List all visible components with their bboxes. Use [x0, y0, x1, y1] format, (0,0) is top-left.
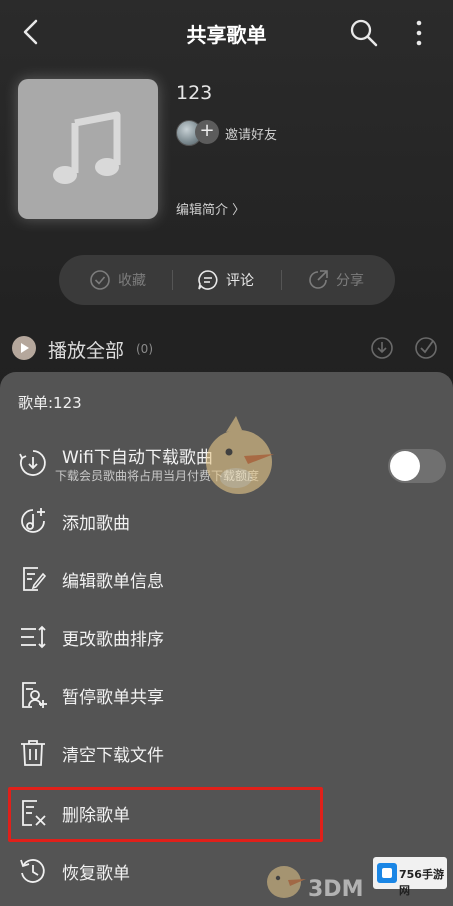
menu-change-song-order[interactable]: 更改歌曲排序	[0, 608, 453, 664]
add-music-icon	[21, 508, 45, 533]
menu-edit-playlist-info[interactable]: 编辑歌单信息	[0, 550, 453, 606]
collect-button[interactable]: 收藏	[89, 255, 146, 305]
menu-add-songs[interactable]: 添加歌曲	[0, 492, 453, 548]
trash-icon	[21, 740, 45, 766]
playlist-name: 123	[176, 82, 213, 104]
3dm-text: 3DM	[308, 877, 363, 902]
download-icon[interactable]	[369, 335, 395, 361]
action-bar: 收藏 评论 分享	[59, 255, 395, 305]
share-label: 分享	[336, 273, 364, 289]
sort-icon	[21, 625, 46, 649]
divider	[172, 270, 173, 290]
756-logo-icon	[377, 863, 397, 883]
top-bar: 共享歌单	[0, 0, 453, 66]
divider	[281, 270, 282, 290]
menu-label: 清空下载文件	[62, 746, 164, 766]
comment-label: 评论	[226, 273, 254, 289]
756-watermark: 756手游网	[373, 857, 447, 897]
menu-label: 暂停歌单共享	[62, 688, 164, 708]
toggle-knob	[390, 451, 420, 481]
invite-add-icon[interactable]: +	[195, 120, 219, 144]
multi-select-icon[interactable]	[413, 335, 439, 361]
menu-label: 恢复歌单	[62, 864, 130, 884]
play-icon[interactable]	[12, 336, 36, 360]
comment-icon	[198, 270, 218, 290]
menu-pause-sharing[interactable]: 暂停歌单共享	[0, 666, 453, 722]
auto-download-icon	[19, 450, 46, 476]
sheet-title: 歌单:123	[18, 394, 82, 412]
comment-button[interactable]: 评论	[197, 255, 254, 305]
pause-share-icon	[22, 682, 47, 708]
menu-label: 更改歌曲排序	[62, 630, 164, 650]
mascot-watermark	[206, 416, 274, 494]
share-button[interactable]: 分享	[307, 255, 364, 305]
search-icon[interactable]	[348, 17, 380, 49]
wifi-download-toggle[interactable]	[388, 449, 446, 483]
756-text: 756手游网	[399, 868, 444, 897]
3dm-watermark: 3DM	[267, 866, 363, 902]
menu-label: 添加歌曲	[62, 514, 130, 534]
share-icon	[309, 270, 328, 289]
delete-highlight-box	[8, 787, 323, 842]
menu-label: 编辑歌单信息	[62, 572, 164, 592]
play-all-row: 播放全部 (0)	[0, 330, 453, 370]
collect-label: 收藏	[118, 273, 146, 289]
more-vertical-icon[interactable]	[404, 17, 434, 49]
playlist-cover[interactable]	[18, 79, 158, 219]
edit-intro-link[interactable]: 编辑简介 〉	[176, 199, 245, 218]
wifi-download-label: Wifi下自动下载歌曲	[62, 448, 213, 468]
invite-friends-link[interactable]: 邀请好友	[225, 124, 277, 143]
restore-icon	[20, 859, 45, 883]
play-all-label[interactable]: 播放全部	[48, 336, 124, 363]
music-note-icon	[53, 111, 121, 184]
page-title: 共享歌单	[186, 23, 267, 47]
song-count: (0)	[136, 342, 153, 356]
check-circle-icon	[90, 270, 110, 290]
edit-document-icon	[23, 567, 47, 591]
menu-clear-downloads[interactable]: 清空下载文件	[0, 724, 453, 780]
